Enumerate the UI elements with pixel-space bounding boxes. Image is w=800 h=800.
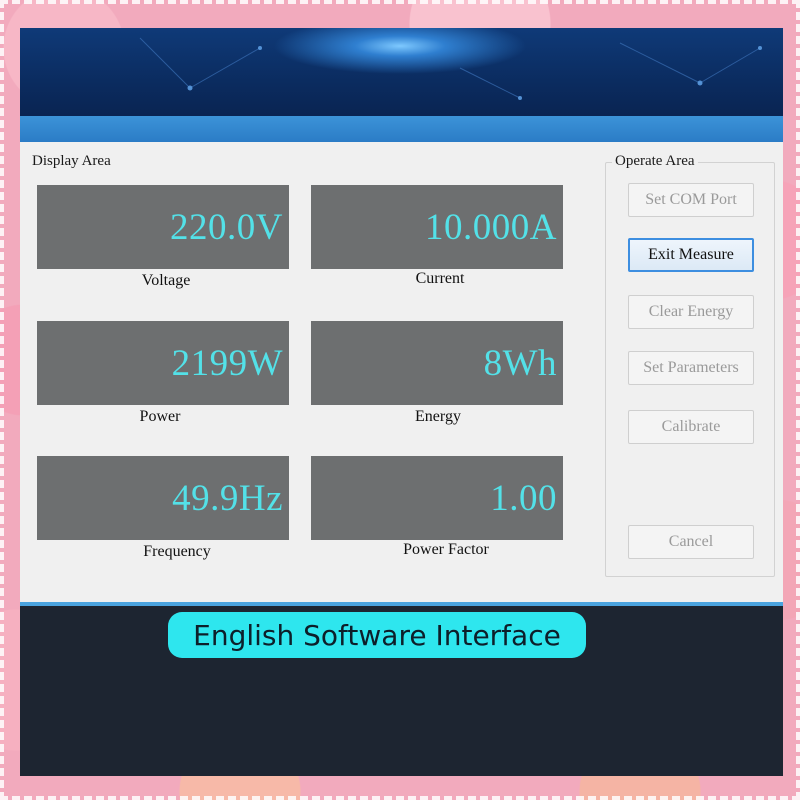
app-window: Display Area 220.0V Voltage 10.000A Curr… <box>20 28 783 776</box>
power-value: 2199W <box>171 342 283 384</box>
frequency-display: 49.9Hz <box>37 456 289 540</box>
power-factor-value: 1.00 <box>490 477 557 519</box>
window-titlebar[interactable] <box>20 116 783 142</box>
power-display: 2199W <box>37 321 289 405</box>
power-factor-display: 1.00 <box>311 456 563 540</box>
set-parameters-button[interactable]: Set Parameters <box>628 351 754 385</box>
voltage-display: 220.0V <box>37 185 289 269</box>
voltage-label: Voltage <box>141 272 191 289</box>
app-body: Display Area 220.0V Voltage 10.000A Curr… <box>20 142 783 602</box>
power-label: Power <box>139 408 181 425</box>
energy-display: 8Wh <box>311 321 563 405</box>
energy-value: 8Wh <box>483 342 557 384</box>
frequency-label: Frequency <box>143 543 211 560</box>
display-area-title: Display Area <box>29 153 114 170</box>
voltage-value: 220.0V <box>170 206 283 248</box>
current-value: 10.000A <box>425 206 557 248</box>
exit-measure-button[interactable]: Exit Measure <box>628 238 754 272</box>
window-bottom-strip <box>20 602 783 606</box>
clear-energy-button[interactable]: Clear Energy <box>628 295 754 329</box>
power-factor-label: Power Factor <box>403 541 489 558</box>
operate-area-title: Operate Area <box>612 153 698 170</box>
caption-banner: English Software Interface <box>168 612 586 658</box>
calibrate-button[interactable]: Calibrate <box>628 410 754 444</box>
current-label: Current <box>415 270 465 287</box>
set-com-port-button[interactable]: Set COM Port <box>628 183 754 217</box>
network-graphic <box>139 37 762 100</box>
current-display: 10.000A <box>311 185 563 269</box>
frequency-value: 49.9Hz <box>172 477 283 519</box>
cancel-button[interactable]: Cancel <box>628 525 754 559</box>
energy-label: Energy <box>415 408 461 425</box>
header-banner <box>20 28 783 116</box>
